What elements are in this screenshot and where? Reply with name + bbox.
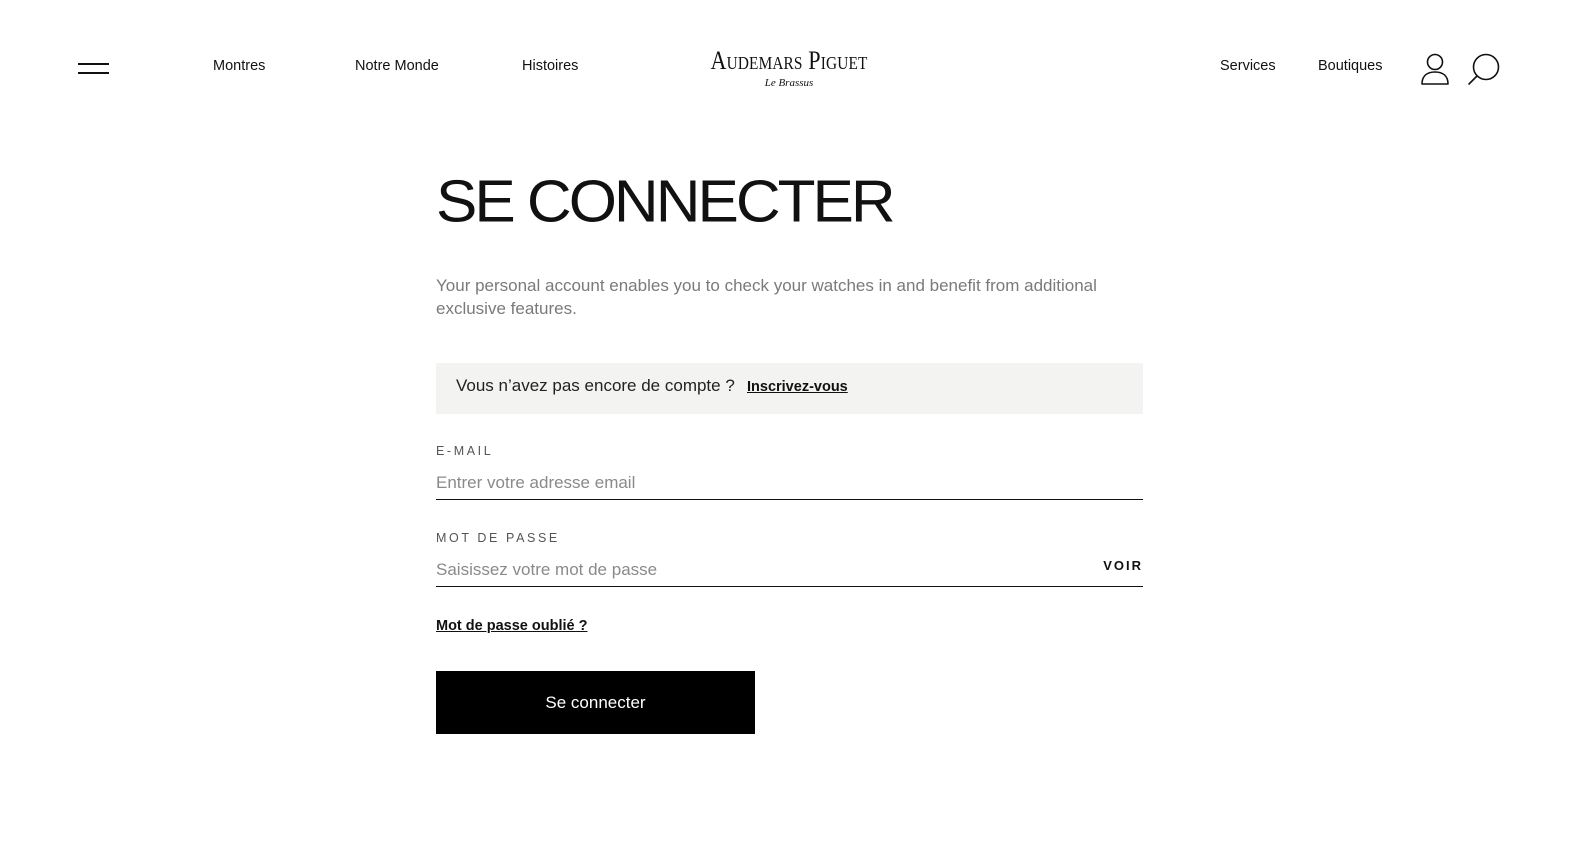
email-label: E-MAIL bbox=[436, 444, 494, 458]
page-title: SE CONNECTER bbox=[436, 169, 896, 235]
menu-icon-line-top bbox=[78, 63, 109, 65]
forgot-password-link[interactable]: Mot de passe oublié ? bbox=[436, 618, 587, 634]
login-submit-button[interactable]: Se connecter bbox=[436, 671, 755, 734]
menu-icon[interactable] bbox=[78, 62, 109, 78]
show-password-button[interactable]: VOIR bbox=[1103, 558, 1143, 573]
nav-link-boutiques[interactable]: Boutiques bbox=[1318, 58, 1383, 74]
login-section: SE CONNECTER Your personal account enabl… bbox=[436, 0, 1144, 858]
search-icon-graphic bbox=[1468, 53, 1500, 85]
nav-link-notre-monde[interactable]: Notre Monde bbox=[355, 58, 439, 74]
email-field[interactable] bbox=[436, 466, 1143, 500]
signup-banner: Vous n’avez pas encore de compte ? Inscr… bbox=[436, 363, 1143, 414]
nav-link-montres[interactable]: Montres bbox=[213, 58, 265, 74]
nav-link-services[interactable]: Services bbox=[1220, 58, 1276, 74]
signup-link[interactable]: Inscrivez-vous bbox=[747, 379, 848, 395]
search-icon[interactable] bbox=[1466, 52, 1502, 86]
intro-text: Your personal account enables you to che… bbox=[436, 276, 1097, 318]
password-field[interactable] bbox=[436, 553, 1143, 587]
menu-icon-line-bottom bbox=[78, 72, 109, 74]
user-icon[interactable] bbox=[1419, 52, 1451, 86]
signup-prompt: Vous n’avez pas encore de compte ? bbox=[456, 376, 735, 395]
password-label: MOT DE PASSE bbox=[436, 531, 560, 545]
user-icon-graphic bbox=[1421, 53, 1449, 85]
